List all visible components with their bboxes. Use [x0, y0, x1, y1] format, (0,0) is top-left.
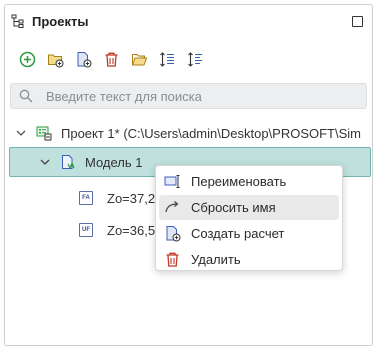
menu-item-label: Сбросить имя: [191, 200, 276, 215]
tree-item-project[interactable]: Проект 1* (C:\Users\admin\Desktop\PROSOF…: [16, 122, 361, 144]
menu-item-label: Переименовать: [191, 174, 287, 189]
menu-item-rename[interactable]: Переименовать: [159, 169, 339, 194]
param-fa-label: Zo=37,2: [107, 190, 156, 206]
menu-item-reset-name[interactable]: Сбросить имя: [159, 195, 339, 220]
model-file-icon: [62, 155, 75, 170]
folder-plus-icon: [47, 54, 63, 67]
folder-open-icon: [131, 53, 147, 65]
reset-arrow-icon: [163, 199, 181, 217]
chevron-down-icon[interactable]: [40, 157, 50, 167]
menu-item-delete[interactable]: Удалить: [159, 247, 339, 272]
new-calculation-icon: [163, 225, 181, 243]
uf-badge-icon: UF: [79, 223, 93, 237]
param-uf-label: Zo=36,5: [107, 222, 156, 238]
sort-descending-button[interactable]: [185, 49, 205, 69]
search-icon: [19, 89, 33, 103]
toolbar: [17, 49, 205, 69]
search-box: [10, 83, 367, 109]
project-icon: [36, 126, 52, 141]
tree-item-param-uf[interactable]: UF Zo=36,5: [79, 219, 155, 241]
menu-item-label: Создать расчет: [191, 226, 285, 241]
rename-icon: [163, 173, 181, 191]
panel-header: Проекты: [5, 5, 372, 37]
trash-icon: [105, 52, 117, 67]
add-folder-button[interactable]: [45, 49, 65, 69]
model-label: Модель 1: [85, 154, 143, 170]
add-button[interactable]: [17, 49, 37, 69]
restore-window-icon[interactable]: [352, 16, 363, 27]
tree-structure-icon: [11, 14, 24, 28]
context-menu: Переименовать Сбросить имя Создать расче…: [155, 165, 343, 271]
tree-item-param-fa[interactable]: FA Zo=37,2: [79, 187, 155, 209]
add-file-button[interactable]: [73, 49, 93, 69]
projects-panel: Проекты Введите текст для поиска Проект …: [4, 4, 373, 346]
menu-item-create-calculation[interactable]: Создать расчет: [159, 221, 339, 246]
delete-button[interactable]: [101, 49, 121, 69]
project-label: Проект 1* (C:\Users\admin\Desktop\PROSOF…: [61, 125, 361, 141]
chevron-down-icon[interactable]: [16, 128, 26, 138]
search-input[interactable]: [46, 87, 356, 105]
trash-icon: [163, 251, 181, 269]
sort-desc-icon: [187, 51, 202, 67]
sort-ascending-button[interactable]: [157, 49, 177, 69]
file-plus-icon: [77, 51, 91, 67]
plus-circle-icon: [19, 51, 35, 67]
fa-badge-icon: FA: [79, 191, 93, 205]
sort-asc-icon: [159, 51, 174, 67]
menu-item-label: Удалить: [191, 252, 241, 267]
panel-title: Проекты: [32, 14, 89, 29]
open-folder-button[interactable]: [129, 49, 149, 69]
